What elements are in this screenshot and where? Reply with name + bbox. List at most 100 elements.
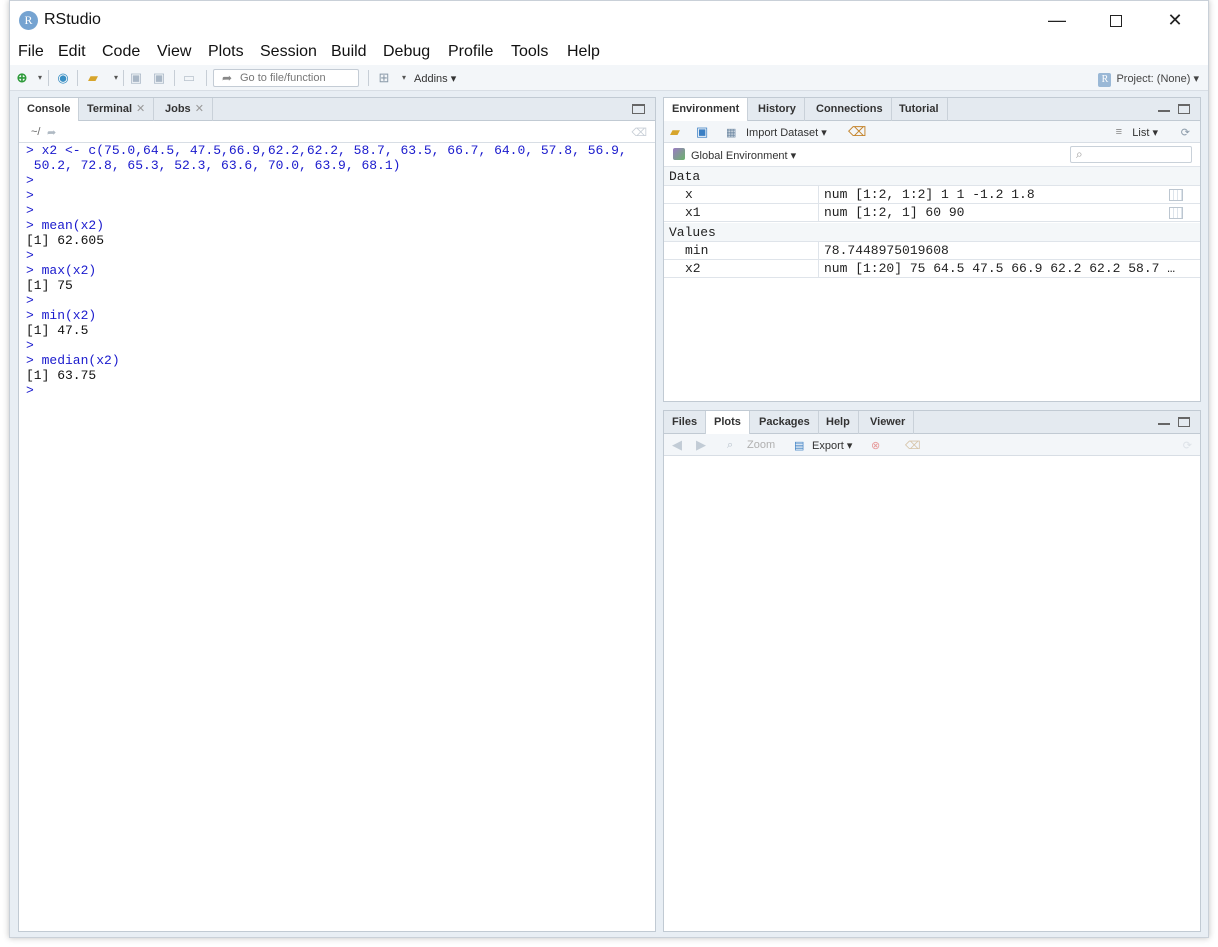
tab-terminal[interactable]: Terminal ✕ xyxy=(79,98,155,121)
load-workspace-icon[interactable]: ▰ xyxy=(670,124,680,140)
tab-tutorial[interactable]: Tutorial xyxy=(891,98,948,121)
goto-file-function-input[interactable]: ➦ Go to file/function xyxy=(213,69,359,87)
restore-pane-icon[interactable] xyxy=(632,104,645,114)
close-button[interactable]: ✕ xyxy=(1152,5,1198,35)
maximize-pane-icon[interactable] xyxy=(1178,417,1190,427)
tab-history-label: History xyxy=(758,103,796,115)
working-directory[interactable]: ~/ xyxy=(31,126,40,138)
import-dataset-button[interactable]: Import Dataset ▾ xyxy=(746,126,827,139)
menu-profile[interactable]: Profile xyxy=(448,43,493,61)
maximize-button[interactable] xyxy=(1093,5,1139,35)
close-tab-icon[interactable]: ✕ xyxy=(195,103,204,115)
console-path-bar: ~/ ➦ ⌫ xyxy=(19,121,655,143)
console-input-line: > x2 <- c(75.0,64.5, 47.5,66.9,62.2,62.2… xyxy=(26,143,627,158)
menu-plots[interactable]: Plots xyxy=(208,43,244,61)
tab-environment[interactable]: Environment xyxy=(664,98,749,122)
new-project-icon[interactable]: ◉ xyxy=(55,70,71,86)
data-section-header: Data xyxy=(664,167,1200,186)
tab-jobs[interactable]: Jobs ✕ xyxy=(157,98,213,121)
view-data-icon[interactable] xyxy=(1169,189,1183,201)
tab-help[interactable]: Help xyxy=(818,411,859,434)
save-workspace-icon[interactable]: ▣ xyxy=(696,124,708,140)
console-input-line: > min(x2) xyxy=(26,308,97,323)
column-divider xyxy=(818,186,819,204)
plot-area xyxy=(664,456,1200,931)
tab-history[interactable]: History xyxy=(750,98,805,121)
console-pane: Console Terminal ✕ Jobs ✕ ~/ ➦ ⌫ > x2 <- c… xyxy=(18,97,656,932)
tab-viewer[interactable]: Viewer xyxy=(862,411,915,434)
export-button[interactable]: Export ▾ xyxy=(812,439,852,452)
menu-file[interactable]: File xyxy=(18,43,44,61)
tab-console[interactable]: Console xyxy=(19,98,80,122)
view-data-icon[interactable] xyxy=(1169,207,1183,219)
open-file-icon[interactable]: ▰ xyxy=(85,70,101,86)
tab-plots[interactable]: Plots xyxy=(706,411,750,435)
environment-search-input[interactable]: ⌕ xyxy=(1070,146,1192,163)
env-row[interactable]: x num [1:2, 1:2] 1 1 -1.2 1.8 xyxy=(664,186,1200,204)
goto-directory-icon[interactable]: ➦ xyxy=(47,126,56,139)
menu-build[interactable]: Build xyxy=(331,43,367,61)
refresh-icon[interactable]: ⟳ xyxy=(1181,126,1190,139)
tab-files[interactable]: Files xyxy=(664,411,707,434)
save-all-icon[interactable]: ▣ xyxy=(151,70,167,86)
search-icon: ⌕ xyxy=(1076,147,1083,161)
console-input-line: > max(x2) xyxy=(26,263,97,278)
files-plots-pane: Files Plots Packages Help Viewer ◀ ▶ ⌕ Z… xyxy=(663,410,1201,932)
menu-debug[interactable]: Debug xyxy=(383,43,430,61)
tab-packages[interactable]: Packages xyxy=(751,411,819,434)
open-dropdown-icon[interactable]: ▾ xyxy=(108,70,124,86)
environment-selector[interactable]: Global Environment ▾ xyxy=(691,149,796,162)
env-row[interactable]: min 78.7448975019608 xyxy=(664,242,1200,260)
env-var-name: x2 xyxy=(685,261,701,276)
env-var-value: num [1:2, 1] 60 90 xyxy=(824,205,965,220)
console-input-line: > mean(x2) xyxy=(26,218,105,233)
tab-jobs-label: Jobs xyxy=(165,103,191,115)
toolbar-divider xyxy=(123,70,124,86)
menu-view[interactable]: View xyxy=(157,43,191,61)
addins-menu[interactable]: Addins ▾ xyxy=(414,72,456,85)
env-row[interactable]: x1 num [1:2, 1] 60 90 xyxy=(664,204,1200,222)
menu-edit[interactable]: Edit xyxy=(58,43,86,61)
menu-help[interactable]: Help xyxy=(567,43,600,61)
new-file-icon[interactable]: ⊕ xyxy=(14,70,30,86)
plots-toolbar: ◀ ▶ ⌕ Zoom ▤ Export ▾ ⊗ ⌫ ⟳ xyxy=(664,434,1200,456)
layout-dropdown-icon[interactable]: ▾ xyxy=(396,70,412,86)
project-menu[interactable]: R Project: (None) ▾ xyxy=(1098,72,1199,87)
tab-connections-label: Connections xyxy=(816,103,883,115)
env-row[interactable]: x2 num [1:20] 75 64.5 47.5 66.9 62.2 62.… xyxy=(664,260,1200,278)
print-icon[interactable]: ▭ xyxy=(181,70,197,86)
tab-console-label: Console xyxy=(27,103,71,115)
tab-connections[interactable]: Connections xyxy=(808,98,892,121)
environment-tabbar: Environment History Connections Tutorial xyxy=(664,98,1200,122)
console-input-line: > xyxy=(26,383,34,398)
new-file-dropdown-icon[interactable]: ▾ xyxy=(32,70,48,86)
project-icon: R xyxy=(1098,73,1112,87)
maximize-pane-icon[interactable] xyxy=(1178,104,1190,114)
console-output-line: [1] 63.75 xyxy=(26,368,97,383)
toolbar-divider xyxy=(48,70,49,86)
close-tab-icon[interactable]: ✕ xyxy=(136,103,145,115)
clear-workspace-icon[interactable]: ⌫ xyxy=(848,124,866,140)
menu-code[interactable]: Code xyxy=(102,43,140,61)
clear-console-icon[interactable]: ⌫ xyxy=(631,126,647,139)
zoom-button[interactable]: Zoom xyxy=(747,439,775,451)
refresh-icon[interactable]: ⟳ xyxy=(1183,439,1192,452)
menu-tools[interactable]: Tools xyxy=(511,43,548,61)
remove-plot-icon[interactable]: ⊗ xyxy=(871,439,880,452)
previous-plot-icon[interactable]: ◀ xyxy=(672,437,682,453)
menu-session[interactable]: Session xyxy=(260,43,317,61)
console-output-line: [1] 47.5 xyxy=(26,323,89,338)
toolbar-divider xyxy=(368,70,369,86)
view-mode-dropdown[interactable]: List ▾ xyxy=(1132,126,1158,139)
grid-layout-icon[interactable]: ⊞ xyxy=(376,70,392,86)
clear-plots-icon[interactable]: ⌫ xyxy=(905,439,921,452)
zoom-icon: ⌕ xyxy=(727,439,734,451)
minimize-pane-icon[interactable] xyxy=(1158,110,1170,114)
console-output[interactable]: > x2 <- c(75.0,64.5, 47.5,66.9,62.2,62.2… xyxy=(19,143,655,933)
minimize-pane-icon[interactable] xyxy=(1158,423,1170,427)
list-view-icon: ≡ xyxy=(1115,126,1122,138)
next-plot-icon[interactable]: ▶ xyxy=(696,437,706,453)
console-input-line: > xyxy=(26,293,34,308)
minimize-button[interactable]: — xyxy=(1034,5,1080,35)
save-icon[interactable]: ▣ xyxy=(128,70,144,86)
